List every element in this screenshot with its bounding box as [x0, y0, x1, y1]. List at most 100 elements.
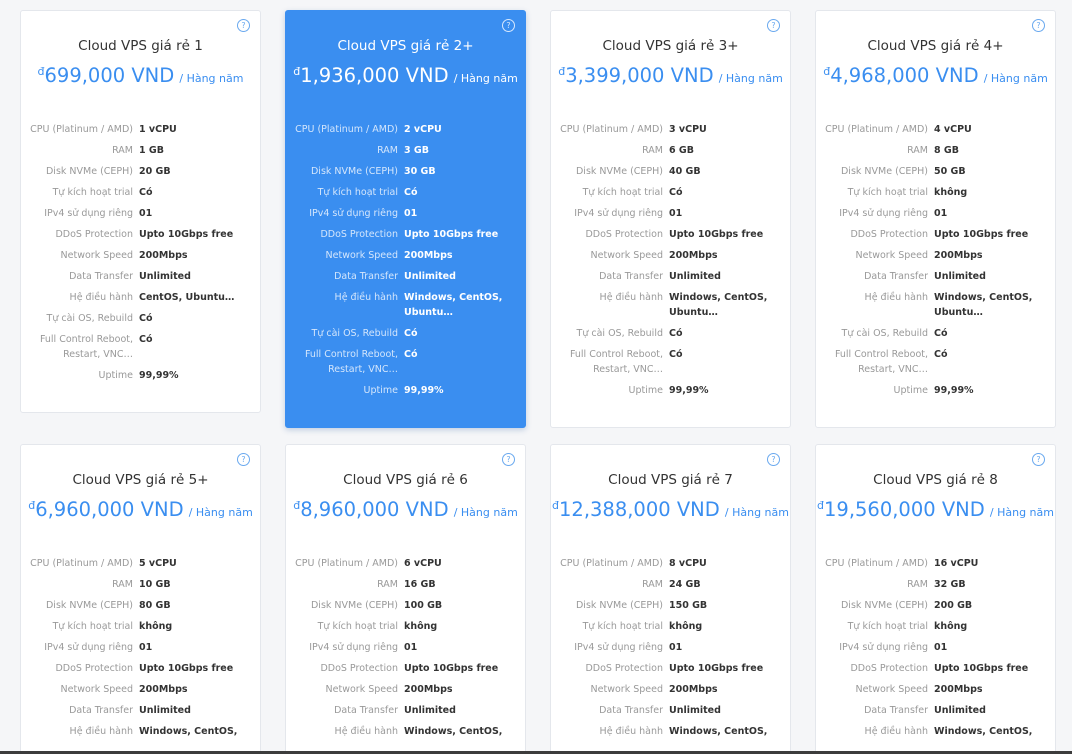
spec-label: Uptime	[893, 385, 928, 396]
spec-row-transfer: Data Transfer Unlimited	[551, 703, 790, 718]
plan-card-2-featured[interactable]: ? Cloud VPS giá rẻ 2+ đ1,936,000 VND / H…	[285, 10, 526, 428]
help-icon[interactable]: ?	[237, 19, 250, 32]
spec-label: RAM	[112, 145, 133, 156]
spec-label: CPU (Platinum / AMD)	[825, 558, 928, 569]
spec-row-ipv4: IPv4 sử dụng riêng 01	[551, 206, 790, 221]
spec-value: 01	[934, 208, 948, 219]
spec-row-network: Network Speed 200Mbps	[21, 248, 260, 263]
spec-row-uptime: Uptime 99,99%	[286, 383, 525, 398]
spec-row-ddos: DDoS Protection Upto 10Gbps free	[286, 661, 525, 676]
spec-label: CPU (Platinum / AMD)	[560, 124, 663, 135]
help-icon[interactable]: ?	[1032, 19, 1045, 32]
spec-row-cpu: CPU (Platinum / AMD) 1 vCPU	[21, 122, 260, 137]
spec-label: IPv4 sử dụng riêng	[839, 208, 928, 219]
spec-label: Full Control Reboot, Restart, VNC…	[304, 349, 398, 375]
spec-row-ddos: DDoS Protection Upto 10Gbps free	[816, 227, 1055, 242]
spec-label: Tự kích hoạt trial	[582, 621, 663, 632]
plan-title: Cloud VPS giá rẻ 6	[343, 472, 468, 488]
spec-value: Có	[139, 334, 153, 345]
spec-row-cpu: CPU (Platinum / AMD) 4 vCPU	[816, 122, 1055, 137]
spec-value: 30 GB	[404, 166, 436, 177]
plan-card-4[interactable]: ? Cloud VPS giá rẻ 4+ đ4,968,000 VND / H…	[815, 10, 1056, 428]
billing-period: / Hàng năm	[453, 506, 518, 519]
spec-row-transfer: Data Transfer Unlimited	[286, 269, 525, 284]
spec-row-transfer: Data Transfer Unlimited	[21, 703, 260, 718]
help-icon[interactable]: ?	[767, 19, 780, 32]
spec-value: không	[934, 187, 968, 198]
help-icon[interactable]: ?	[502, 19, 515, 32]
plan-card-5[interactable]: ? Cloud VPS giá rẻ 5+ đ6,960,000 VND / H…	[20, 444, 261, 754]
spec-row-os: Hệ điều hành Windows, CentOS,	[286, 724, 525, 739]
spec-row-ram: RAM 24 GB	[551, 577, 790, 592]
spec-value: Unlimited	[139, 271, 191, 282]
help-icon[interactable]: ?	[237, 453, 250, 466]
plan-title: Cloud VPS giá rẻ 1	[78, 38, 203, 54]
spec-label: Tự cài OS, Rebuild	[311, 328, 398, 339]
spec-row-trial: Tự kích hoạt trial không	[551, 619, 790, 634]
spec-label: Hệ điều hành	[334, 726, 398, 737]
billing-period: / Hàng năm	[718, 72, 783, 85]
spec-value: 40 GB	[669, 166, 701, 177]
spec-row-cpu: CPU (Platinum / AMD) 3 vCPU	[551, 122, 790, 137]
spec-value: 16 vCPU	[934, 558, 979, 569]
spec-value: 3 GB	[404, 145, 429, 156]
spec-label: Data Transfer	[599, 705, 663, 716]
spec-value: Windows, CentOS,	[139, 726, 238, 737]
spec-label: DDoS Protection	[585, 663, 663, 674]
spec-value: 200Mbps	[669, 250, 718, 261]
spec-label: IPv4 sử dụng riêng	[839, 642, 928, 653]
spec-row-network: Network Speed 200Mbps	[21, 682, 260, 697]
spec-value: Windows, CentOS, Ubuntu…	[669, 292, 768, 318]
spec-row-control: Full Control Reboot, Restart, VNC… Có	[551, 347, 790, 377]
spec-value: 200Mbps	[404, 250, 453, 261]
spec-value: Unlimited	[934, 705, 986, 716]
spec-label: Network Speed	[325, 250, 398, 261]
spec-value: không	[139, 621, 173, 632]
spec-row-trial: Tự kích hoạt trial không	[816, 185, 1055, 200]
spec-row-ram: RAM 10 GB	[21, 577, 260, 592]
currency-symbol: đ	[817, 499, 824, 512]
currency-symbol: đ	[293, 65, 301, 78]
help-icon[interactable]: ?	[1032, 453, 1045, 466]
spec-value: Upto 10Gbps free	[139, 229, 234, 240]
spec-value: 6 vCPU	[404, 558, 442, 569]
spec-row-ipv4: IPv4 sử dụng riêng 01	[286, 640, 525, 655]
help-icon[interactable]: ?	[502, 453, 515, 466]
spec-label: Network Speed	[60, 250, 133, 261]
plan-card-6[interactable]: ? Cloud VPS giá rẻ 6 đ8,960,000 VND / Hà…	[285, 444, 526, 754]
spec-row-ddos: DDoS Protection Upto 10Gbps free	[816, 661, 1055, 676]
spec-row-transfer: Data Transfer Unlimited	[816, 269, 1055, 284]
spec-label: CPU (Platinum / AMD)	[560, 558, 663, 569]
plan-card-1[interactable]: ? Cloud VPS giá rẻ 1 đ699,000 VND / Hàng…	[20, 10, 261, 413]
spec-value: 80 GB	[139, 600, 171, 611]
plan-price: đ1,936,000 VND / Hàng năm	[286, 64, 525, 87]
spec-value: 150 GB	[669, 600, 708, 611]
spec-row-os: Hệ điều hành Windows, CentOS,	[551, 724, 790, 739]
spec-row-disk: Disk NVMe (CEPH) 200 GB	[816, 598, 1055, 613]
spec-value: không	[669, 621, 703, 632]
currency-symbol: đ	[293, 499, 301, 512]
spec-list: CPU (Platinum / AMD) 5 vCPU RAM 10 GB Disk…	[21, 556, 260, 745]
spec-label: Hệ điều hành	[69, 726, 133, 737]
spec-value: Unlimited	[139, 705, 191, 716]
spec-list: CPU (Platinum / AMD) 1 vCPU RAM 1 GB Disk …	[21, 122, 260, 389]
spec-row-trial: Tự kích hoạt trial không	[286, 619, 525, 634]
spec-row-network: Network Speed 200Mbps	[286, 682, 525, 697]
spec-row-cpu: CPU (Platinum / AMD) 2 vCPU	[286, 122, 525, 137]
spec-row-transfer: Data Transfer Unlimited	[286, 703, 525, 718]
spec-label: Hệ điều hành	[334, 292, 398, 303]
spec-value: Upto 10Gbps free	[139, 663, 234, 674]
spec-label: IPv4 sử dụng riêng	[574, 208, 663, 219]
plan-card-7[interactable]: ? Cloud VPS giá rẻ 7 đ12,388,000 VND / H…	[550, 444, 791, 754]
spec-row-ram: RAM 6 GB	[551, 143, 790, 158]
help-icon[interactable]: ?	[767, 453, 780, 466]
plan-price: đ8,960,000 VND / Hàng năm	[286, 498, 525, 521]
plan-card-3[interactable]: ? Cloud VPS giá rẻ 3+ đ3,399,000 VND / H…	[550, 10, 791, 428]
spec-label: IPv4 sử dụng riêng	[309, 208, 398, 219]
spec-value: 4 vCPU	[934, 124, 972, 135]
spec-row-network: Network Speed 200Mbps	[551, 682, 790, 697]
spec-label: Disk NVMe (CEPH)	[840, 600, 928, 611]
plan-card-8[interactable]: ? Cloud VPS giá rẻ 8 đ19,560,000 VND / H…	[815, 444, 1056, 754]
spec-row-ipv4: IPv4 sử dụng riêng 01	[21, 640, 260, 655]
spec-label: Disk NVMe (CEPH)	[310, 166, 398, 177]
